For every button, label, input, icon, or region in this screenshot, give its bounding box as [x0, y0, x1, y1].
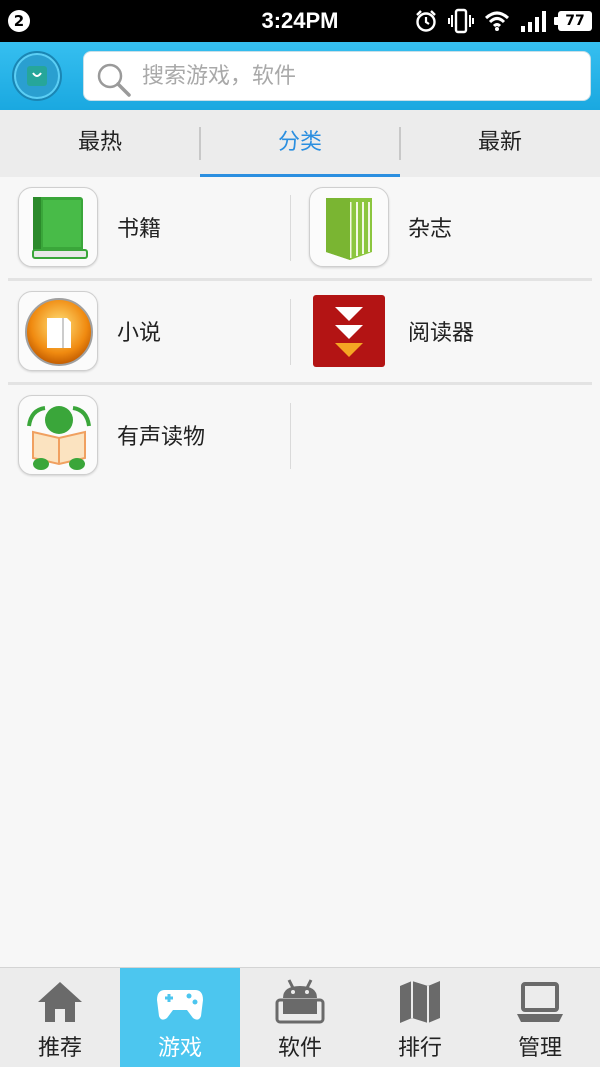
search-icon: [97, 63, 131, 97]
bottom-nav: 推荐 游戏 软件 排行 管理: [0, 967, 600, 1067]
nav-games[interactable]: 游戏: [120, 968, 240, 1067]
category-label: 杂志: [408, 217, 453, 242]
nav-label: 管理: [517, 1036, 562, 1061]
map-icon: [400, 981, 440, 1023]
category-audiobooks[interactable]: 有声读物: [0, 385, 290, 485]
status-bar: 2 3:24PM 77: [0, 0, 600, 42]
category-row: 有声读物: [0, 385, 600, 489]
store-logo-button[interactable]: [12, 51, 62, 101]
nav-label: 排行: [397, 1036, 442, 1061]
magazine-icon: [309, 187, 389, 267]
nav-recommend[interactable]: 推荐: [0, 968, 120, 1067]
category-magazines[interactable]: 杂志: [291, 177, 581, 277]
nav-label: 推荐: [37, 1036, 82, 1061]
battery-icon: 77: [554, 11, 592, 31]
store-bag-icon: [27, 66, 47, 86]
wifi-icon: [484, 11, 510, 31]
tab-hot[interactable]: 最热: [0, 110, 200, 177]
category-novels[interactable]: 小说: [0, 281, 290, 381]
search-box[interactable]: [83, 51, 591, 101]
home-icon: [38, 982, 82, 1022]
tab-divider: [399, 127, 401, 160]
nav-manage[interactable]: 管理: [480, 968, 600, 1067]
category-books[interactable]: 书籍: [0, 177, 290, 277]
category-label: 书籍: [117, 217, 162, 242]
column-divider: [290, 403, 291, 469]
laptop-icon: [517, 982, 563, 1022]
tab-new[interactable]: 最新: [400, 110, 600, 177]
category-label: 有声读物: [117, 425, 206, 450]
status-icons: 77: [414, 8, 592, 34]
category-label: 阅读器: [408, 321, 475, 346]
nav-software[interactable]: 软件: [240, 968, 360, 1067]
category-row: 小说 阅读器: [0, 281, 600, 385]
gamepad-icon: [157, 990, 203, 1020]
category-grid: 书籍 杂志 小说 阅读器 有声读物: [0, 177, 600, 489]
reader-icon: [309, 291, 389, 371]
category-label: 小说: [117, 321, 162, 346]
vibrate-icon: [448, 8, 474, 34]
signal-icon: [521, 11, 546, 32]
nav-label: 软件: [277, 1036, 322, 1061]
nav-label: 游戏: [157, 1036, 202, 1061]
category-reader[interactable]: 阅读器: [291, 281, 581, 381]
tab-divider: [199, 127, 201, 160]
nav-ranking[interactable]: 排行: [360, 968, 480, 1067]
alarm-icon: [416, 10, 436, 32]
category-row: 书籍 杂志: [0, 177, 600, 281]
app-header: [0, 42, 600, 110]
audiobook-icon: [18, 395, 98, 475]
book-icon: [18, 187, 98, 267]
search-input[interactable]: [142, 52, 572, 100]
android-icon: [275, 979, 325, 1024]
tab-category[interactable]: 分类: [200, 110, 400, 177]
novel-icon: [18, 291, 98, 371]
category-tabs: 最热 分类 最新: [0, 110, 600, 177]
